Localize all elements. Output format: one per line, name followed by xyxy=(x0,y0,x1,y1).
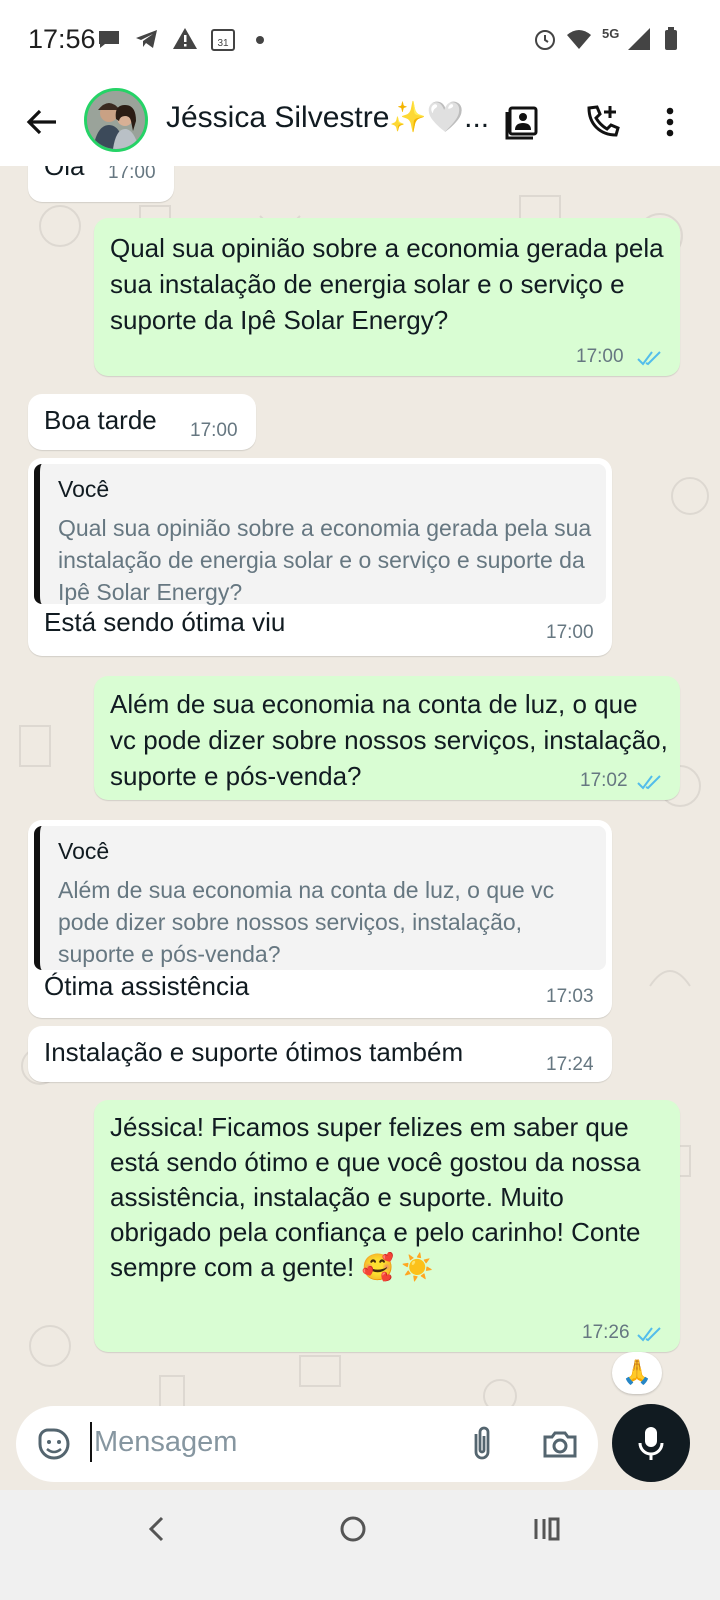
microphone-icon xyxy=(638,1427,664,1460)
overflow-menu-icon[interactable] xyxy=(650,102,690,142)
message-time: 17:00 xyxy=(108,166,156,183)
wifi-icon xyxy=(567,30,591,49)
contact-card-icon[interactable] xyxy=(504,102,544,142)
chat-notification-icon xyxy=(99,31,119,48)
back-arrow-icon[interactable] xyxy=(22,102,62,142)
message-bubble-incoming[interactable]: Olá 17:00 xyxy=(28,166,174,202)
message-time: 17:00 xyxy=(576,346,624,367)
warning-icon xyxy=(173,28,197,49)
message-list[interactable]: Olá 17:00 Qual sua opinião sobre a econo… xyxy=(0,166,720,1440)
status-bar: 17:56 31 5G xyxy=(0,0,720,80)
avatar-photo xyxy=(87,91,145,149)
cell-signal-icon xyxy=(628,28,650,50)
message-text: Está sendo ótima viu xyxy=(44,607,286,637)
quoted-message[interactable]: Você Qual sua opinião sobre a economia g… xyxy=(34,464,606,605)
message-time: 17:24 xyxy=(546,1054,594,1075)
message-time: 17:03 xyxy=(546,986,594,1007)
message-bubble-incoming-reply[interactable]: Você Além de sua economia na conta de lu… xyxy=(28,820,612,1018)
message-time: 17:00 xyxy=(190,420,238,441)
battery-icon xyxy=(665,27,677,50)
message-text: Ótima assistência xyxy=(44,971,250,1001)
message-bubble-outgoing[interactable]: Qual sua opinião sobre a economia gerada… xyxy=(94,218,680,376)
message-text: Boa tarde xyxy=(44,405,157,435)
read-receipt-icon xyxy=(637,775,661,790)
more-notifications-dot-icon xyxy=(256,36,264,44)
add-call-icon[interactable] xyxy=(582,102,622,142)
voice-message-button[interactable] xyxy=(612,1404,690,1482)
quote-author: Você xyxy=(58,476,110,502)
nav-recents-icon[interactable] xyxy=(532,1514,562,1544)
message-time: 17:02 xyxy=(580,770,628,791)
message-composer: Mensagem xyxy=(16,1406,598,1482)
contact-name[interactable]: Jéssica Silvestre✨🤍... xyxy=(166,100,496,135)
message-time: 17:26 xyxy=(582,1322,630,1343)
message-bubble-outgoing[interactable]: Jéssica! Ficamos super felizes em saber … xyxy=(94,1100,680,1352)
read-receipt-icon xyxy=(637,1327,661,1342)
svg-text:31: 31 xyxy=(217,38,229,49)
quote-text: Além de sua economia na conta de luz, o … xyxy=(58,877,555,967)
message-time: 17:00 xyxy=(546,622,594,643)
message-bubble-incoming-reply[interactable]: Você Qual sua opinião sobre a economia g… xyxy=(28,458,612,656)
alarm-icon xyxy=(535,30,555,50)
chat-header: Jéssica Silvestre✨🤍... xyxy=(0,80,720,166)
message-text: Jéssica! Ficamos super felizes em saber … xyxy=(110,1112,641,1282)
message-text: Olá xyxy=(44,166,85,181)
quoted-message[interactable]: Você Além de sua economia na conta de lu… xyxy=(34,826,606,970)
camera-icon[interactable] xyxy=(540,1424,580,1464)
quote-author: Você xyxy=(58,838,110,864)
read-receipt-icon xyxy=(637,351,661,366)
message-input[interactable]: Mensagem xyxy=(90,1422,237,1462)
message-bubble-outgoing[interactable]: Além de sua economia na conta de luz, o … xyxy=(94,676,680,800)
message-reaction[interactable]: 🙏 xyxy=(612,1352,662,1394)
message-bubble-incoming[interactable]: Instalação e suporte ótimos também 17:24 xyxy=(28,1026,612,1082)
telegram-icon xyxy=(136,30,157,48)
message-bubble-incoming[interactable]: Boa tarde 17:00 xyxy=(28,394,256,450)
message-text: Instalação e suporte ótimos também xyxy=(44,1037,464,1067)
system-navigation-bar xyxy=(0,1490,720,1600)
quote-text: Qual sua opinião sobre a economia gerada… xyxy=(58,515,592,605)
calendar-icon: 31 xyxy=(211,29,235,51)
attach-icon[interactable] xyxy=(462,1424,502,1464)
status-time: 17:56 xyxy=(28,24,96,54)
contact-avatar[interactable] xyxy=(84,88,148,152)
sticker-icon[interactable] xyxy=(34,1424,74,1464)
nav-home-icon[interactable] xyxy=(338,1514,368,1544)
network-type: 5G xyxy=(602,26,620,41)
nav-back-icon[interactable] xyxy=(142,1514,172,1544)
message-text: Qual sua opinião sobre a economia gerada… xyxy=(110,233,664,335)
